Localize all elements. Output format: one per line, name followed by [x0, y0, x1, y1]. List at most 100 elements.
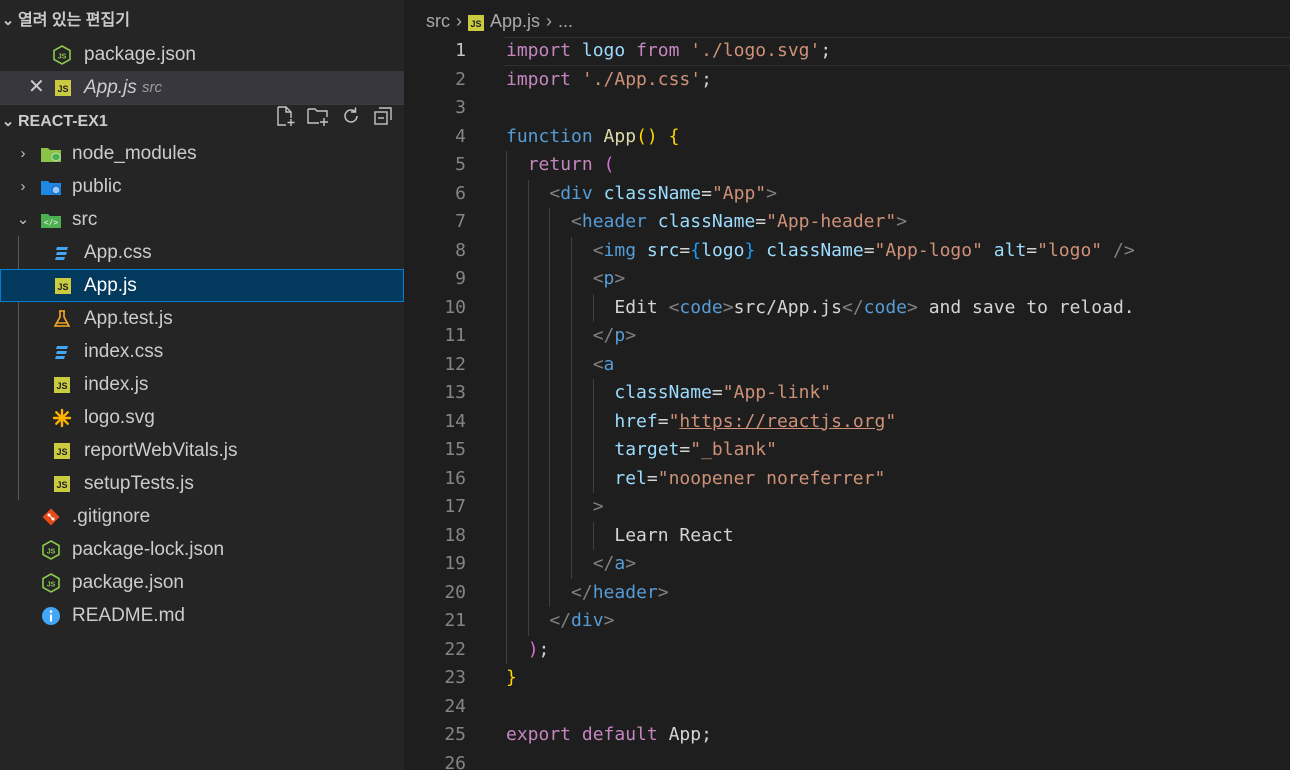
- line-number: 22: [444, 638, 466, 660]
- svg-text:JS: JS: [47, 548, 56, 555]
- code-text: </a>: [592, 553, 637, 574]
- js-file-icon: JS: [51, 434, 73, 467]
- tree-item-src[interactable]: ⌄ </> src: [0, 203, 404, 236]
- code-text: target="_blank": [614, 439, 777, 460]
- line-number: 9: [455, 268, 466, 289]
- tree-item-label: index.css: [84, 341, 164, 362]
- new-folder-icon[interactable]: [306, 105, 330, 139]
- code-text: className="App-link": [614, 382, 832, 403]
- code-line[interactable]: 11 </p>: [404, 322, 1290, 351]
- line-number: 5: [455, 154, 466, 175]
- line-number: 15: [444, 439, 466, 460]
- code-text: <div className="App">: [549, 182, 777, 204]
- code-line[interactable]: 8 <img src={logo} className="App-logo" a…: [404, 236, 1290, 265]
- code-area[interactable]: 1 import logo from './logo.svg'; 2 import '…: [404, 37, 1290, 770]
- code-line[interactable]: 22 );: [404, 635, 1290, 664]
- tree-item-gitignore[interactable]: .gitignore: [0, 500, 404, 533]
- open-editor-name: App.js: [84, 77, 137, 98]
- line-number: 11: [444, 325, 466, 346]
- line-number: 23: [444, 667, 466, 688]
- code-line[interactable]: 5 return (: [404, 151, 1290, 180]
- code-line[interactable]: 17 >: [404, 493, 1290, 522]
- code-line[interactable]: 16 rel="noopener noreferrer": [404, 464, 1290, 493]
- code-line[interactable]: 14 href="https://reactjs.org": [404, 407, 1290, 436]
- open-editor-item[interactable]: JS package.json: [0, 38, 404, 71]
- line-number: 10: [444, 296, 466, 318]
- code-text: }: [506, 667, 517, 688]
- chevron-right-icon: ›: [20, 145, 26, 162]
- refresh-icon[interactable]: [340, 105, 362, 139]
- tree-item-label: setupTests.js: [84, 473, 194, 494]
- tree-item-public[interactable]: › public: [0, 170, 404, 203]
- code-line[interactable]: 19 </a>: [404, 550, 1290, 579]
- line-number: 3: [455, 97, 466, 118]
- code-text: );: [527, 638, 550, 660]
- tree-item-label: .gitignore: [72, 506, 151, 527]
- tree-item-package-json[interactable]: JS package.json: [0, 566, 404, 599]
- tree-item-readme[interactable]: README.md: [0, 599, 404, 632]
- breadcrumb-file[interactable]: App.js: [490, 11, 540, 32]
- tree-item-label: public: [72, 176, 122, 197]
- breadcrumb-more[interactable]: ...: [558, 11, 573, 32]
- code-text: import './App.css';: [506, 68, 712, 90]
- code-line[interactable]: 23}: [404, 664, 1290, 693]
- tree-item-logo-svg[interactable]: logo.svg: [0, 401, 404, 434]
- test-file-icon: [51, 302, 73, 335]
- open-editors-title: 열려 있는 편집기: [18, 12, 130, 29]
- svg-text:JS: JS: [47, 581, 56, 588]
- code-line[interactable]: 7 <header className="App-header">: [404, 208, 1290, 237]
- open-editor-name: package.json: [84, 44, 196, 65]
- open-editors-header[interactable]: ⌄ 열려 있는 편집기: [0, 4, 404, 37]
- tree-item-report-web-vitals[interactable]: JS reportWebVitals.js: [0, 434, 404, 467]
- explorer-sidebar: ⌄ 열려 있는 편집기 JS package.json ✕ JS App.js …: [0, 0, 404, 770]
- tree-item-label: logo.svg: [84, 407, 155, 428]
- tree-item-package-lock[interactable]: JS package-lock.json: [0, 533, 404, 566]
- code-line[interactable]: 10 Edit <code>src/App.js</code> and save…: [404, 293, 1290, 322]
- breadcrumb: src › JS App.js › ...: [426, 9, 573, 33]
- code-line[interactable]: 18 Learn React: [404, 521, 1290, 550]
- code-editor[interactable]: src › JS App.js › ... 1 import logo from …: [404, 0, 1290, 770]
- code-text: Learn React: [614, 524, 734, 546]
- code-line[interactable]: 9 <p>: [404, 265, 1290, 294]
- code-line[interactable]: 2 import './App.css';: [404, 66, 1290, 95]
- code-line[interactable]: 13 className="App-link": [404, 379, 1290, 408]
- css-file-icon: [51, 335, 73, 368]
- code-line[interactable]: 21 </div>: [404, 607, 1290, 636]
- tree-item-app-css[interactable]: App.css: [0, 236, 404, 269]
- line-number: 4: [455, 125, 466, 147]
- tree-item-index-js[interactable]: JS index.js: [0, 368, 404, 401]
- line-number: 18: [444, 524, 466, 546]
- code-line[interactable]: 25 export default App;: [404, 721, 1290, 750]
- code-line[interactable]: 15 target="_blank": [404, 436, 1290, 465]
- js-file-icon: JS: [52, 71, 74, 104]
- code-line[interactable]: 12 <a: [404, 350, 1290, 379]
- tree-item-node-modules[interactable]: › node_modules: [0, 137, 404, 170]
- code-text: <header className="App-header">: [571, 211, 908, 232]
- close-icon[interactable]: ✕: [28, 71, 45, 104]
- line-number: 6: [455, 182, 466, 204]
- code-line[interactable]: 1 import logo from './logo.svg';: [404, 37, 1290, 66]
- line-number: 25: [444, 724, 466, 745]
- code-line[interactable]: 4 function App() {: [404, 123, 1290, 152]
- tree-item-setup-tests[interactable]: JS setupTests.js: [0, 467, 404, 500]
- tree-item-app-test-js[interactable]: App.test.js: [0, 302, 404, 335]
- tree-item-app-js-selected[interactable]: JS App.js: [0, 269, 404, 302]
- line-number: 24: [444, 695, 466, 717]
- project-root-header[interactable]: ⌄ REACT-EX1: [0, 104, 404, 137]
- code-line[interactable]: 26: [404, 750, 1290, 770]
- code-text: function App() {: [506, 125, 680, 147]
- code-line[interactable]: 6 <div className="App">: [404, 179, 1290, 208]
- folder-node-icon: [40, 137, 62, 170]
- collapse-all-icon[interactable]: [372, 105, 394, 139]
- js-file-icon: JS: [51, 467, 73, 500]
- open-editor-item-active[interactable]: ✕ JS App.js src: [0, 71, 404, 104]
- breadcrumb-folder[interactable]: src: [426, 11, 450, 32]
- code-line[interactable]: 3: [404, 94, 1290, 123]
- code-line[interactable]: 20 </header>: [404, 578, 1290, 607]
- folder-src-icon: </>: [40, 203, 62, 236]
- tree-item-index-css[interactable]: index.css: [0, 335, 404, 368]
- new-file-icon[interactable]: [274, 105, 296, 139]
- line-number: 1: [455, 40, 466, 61]
- code-line[interactable]: 24: [404, 693, 1290, 722]
- svg-text:JS: JS: [58, 53, 67, 60]
